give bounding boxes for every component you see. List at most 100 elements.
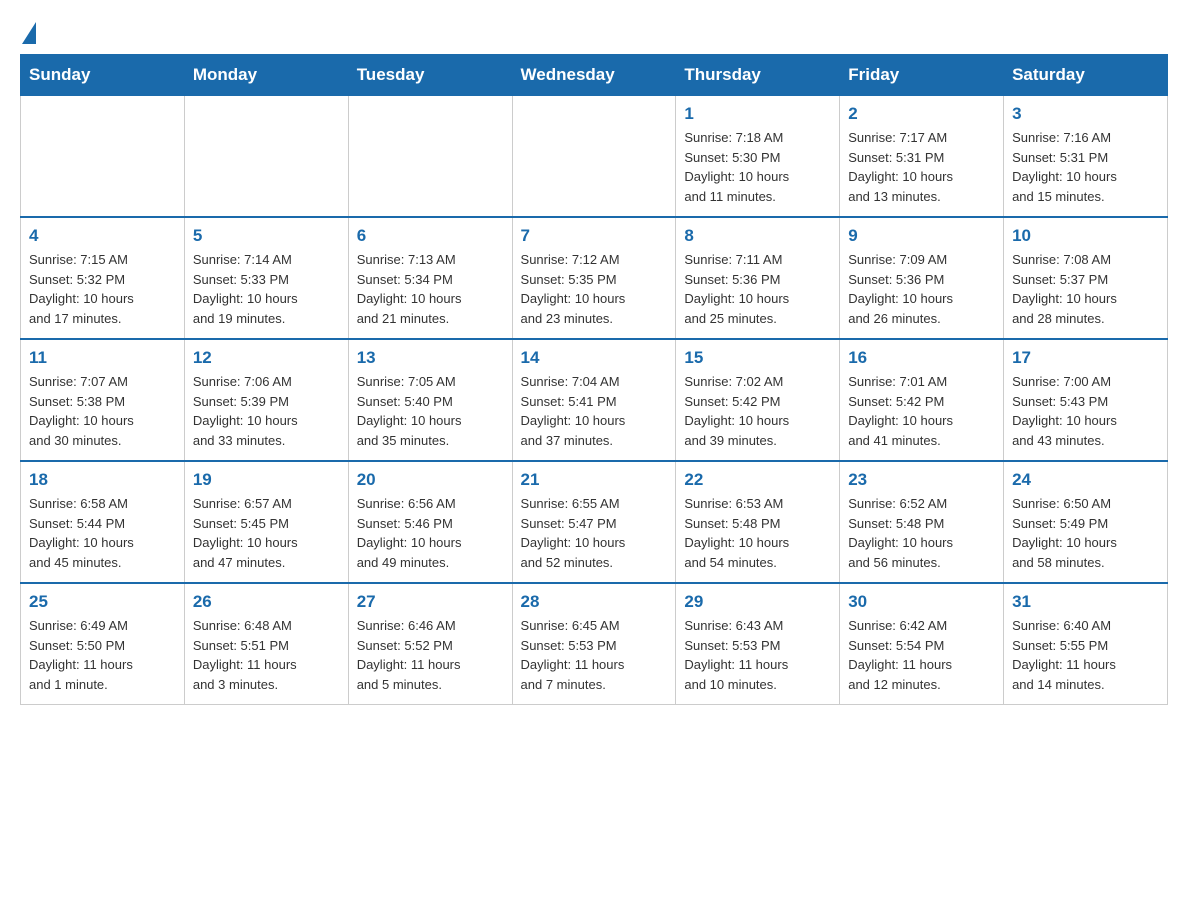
calendar-cell: 24 Sunrise: 6:50 AM Sunset: 5:49 PM Dayli… (1004, 461, 1168, 583)
calendar-cell: 22 Sunrise: 6:53 AM Sunset: 5:48 PM Dayli… (676, 461, 840, 583)
calendar-cell: 17 Sunrise: 7:00 AM Sunset: 5:43 PM Dayli… (1004, 339, 1168, 461)
day-info: Sunrise: 7:15 AM Sunset: 5:32 PM Dayligh… (29, 250, 176, 328)
day-info: Sunrise: 6:48 AM Sunset: 5:51 PM Dayligh… (193, 616, 340, 694)
day-number: 22 (684, 470, 831, 490)
calendar-cell: 26 Sunrise: 6:48 AM Sunset: 5:51 PM Dayli… (184, 583, 348, 705)
day-info: Sunrise: 6:53 AM Sunset: 5:48 PM Dayligh… (684, 494, 831, 572)
calendar-row-3: 18 Sunrise: 6:58 AM Sunset: 5:44 PM Dayli… (21, 461, 1168, 583)
calendar-cell: 11Sunrise: 7:07 AM Sunset: 5:38 PM Dayli… (21, 339, 185, 461)
day-number: 4 (29, 226, 176, 246)
day-number: 15 (684, 348, 831, 368)
day-number: 30 (848, 592, 995, 612)
day-info: Sunrise: 7:11 AM Sunset: 5:36 PM Dayligh… (684, 250, 831, 328)
day-info: Sunrise: 7:12 AM Sunset: 5:35 PM Dayligh… (521, 250, 668, 328)
day-number: 6 (357, 226, 504, 246)
calendar-cell: 1 Sunrise: 7:18 AM Sunset: 5:30 PM Daylig… (676, 96, 840, 218)
calendar-cell: 13 Sunrise: 7:05 AM Sunset: 5:40 PM Dayli… (348, 339, 512, 461)
day-number: 5 (193, 226, 340, 246)
calendar-cell: 10 Sunrise: 7:08 AM Sunset: 5:37 PM Dayli… (1004, 217, 1168, 339)
weekday-header-thursday: Thursday (676, 55, 840, 96)
calendar-cell: 27Sunrise: 6:46 AM Sunset: 5:52 PM Dayli… (348, 583, 512, 705)
day-number: 17 (1012, 348, 1159, 368)
day-info: Sunrise: 7:04 AM Sunset: 5:41 PM Dayligh… (521, 372, 668, 450)
day-number: 10 (1012, 226, 1159, 246)
calendar-cell: 9Sunrise: 7:09 AM Sunset: 5:36 PM Daylig… (840, 217, 1004, 339)
day-info: Sunrise: 7:13 AM Sunset: 5:34 PM Dayligh… (357, 250, 504, 328)
day-info: Sunrise: 6:43 AM Sunset: 5:53 PM Dayligh… (684, 616, 831, 694)
day-info: Sunrise: 7:05 AM Sunset: 5:40 PM Dayligh… (357, 372, 504, 450)
calendar-cell: 21 Sunrise: 6:55 AM Sunset: 5:47 PM Dayli… (512, 461, 676, 583)
calendar-cell: 4 Sunrise: 7:15 AM Sunset: 5:32 PM Daylig… (21, 217, 185, 339)
calendar-cell: 31 Sunrise: 6:40 AM Sunset: 5:55 PM Dayli… (1004, 583, 1168, 705)
calendar-cell: 3Sunrise: 7:16 AM Sunset: 5:31 PM Daylig… (1004, 96, 1168, 218)
day-info: Sunrise: 6:49 AM Sunset: 5:50 PM Dayligh… (29, 616, 176, 694)
day-number: 23 (848, 470, 995, 490)
calendar-cell: 15 Sunrise: 7:02 AM Sunset: 5:42 PM Dayli… (676, 339, 840, 461)
day-number: 26 (193, 592, 340, 612)
calendar-cell: 5 Sunrise: 7:14 AM Sunset: 5:33 PM Daylig… (184, 217, 348, 339)
weekday-header-friday: Friday (840, 55, 1004, 96)
calendar-cell: 29 Sunrise: 6:43 AM Sunset: 5:53 PM Dayli… (676, 583, 840, 705)
weekday-header-row: SundayMondayTuesdayWednesdayThursdayFrid… (21, 55, 1168, 96)
day-number: 12 (193, 348, 340, 368)
day-info: Sunrise: 6:45 AM Sunset: 5:53 PM Dayligh… (521, 616, 668, 694)
calendar-row-2: 11Sunrise: 7:07 AM Sunset: 5:38 PM Dayli… (21, 339, 1168, 461)
day-info: Sunrise: 7:16 AM Sunset: 5:31 PM Dayligh… (1012, 128, 1159, 206)
day-info: Sunrise: 6:50 AM Sunset: 5:49 PM Dayligh… (1012, 494, 1159, 572)
day-info: Sunrise: 7:02 AM Sunset: 5:42 PM Dayligh… (684, 372, 831, 450)
day-info: Sunrise: 6:55 AM Sunset: 5:47 PM Dayligh… (521, 494, 668, 572)
day-number: 31 (1012, 592, 1159, 612)
day-number: 21 (521, 470, 668, 490)
day-number: 9 (848, 226, 995, 246)
calendar-cell: 12Sunrise: 7:06 AM Sunset: 5:39 PM Dayli… (184, 339, 348, 461)
day-number: 7 (521, 226, 668, 246)
calendar-row-1: 4 Sunrise: 7:15 AM Sunset: 5:32 PM Daylig… (21, 217, 1168, 339)
weekday-header-tuesday: Tuesday (348, 55, 512, 96)
calendar-table: SundayMondayTuesdayWednesdayThursdayFrid… (20, 54, 1168, 705)
day-number: 13 (357, 348, 504, 368)
day-info: Sunrise: 7:14 AM Sunset: 5:33 PM Dayligh… (193, 250, 340, 328)
day-info: Sunrise: 7:00 AM Sunset: 5:43 PM Dayligh… (1012, 372, 1159, 450)
page-header (20, 20, 1168, 44)
calendar-row-4: 25Sunrise: 6:49 AM Sunset: 5:50 PM Dayli… (21, 583, 1168, 705)
day-number: 24 (1012, 470, 1159, 490)
day-number: 1 (684, 104, 831, 124)
day-info: Sunrise: 6:58 AM Sunset: 5:44 PM Dayligh… (29, 494, 176, 572)
day-info: Sunrise: 7:17 AM Sunset: 5:31 PM Dayligh… (848, 128, 995, 206)
calendar-cell: 8 Sunrise: 7:11 AM Sunset: 5:36 PM Daylig… (676, 217, 840, 339)
day-info: Sunrise: 6:56 AM Sunset: 5:46 PM Dayligh… (357, 494, 504, 572)
day-number: 11 (29, 348, 176, 368)
day-info: Sunrise: 6:57 AM Sunset: 5:45 PM Dayligh… (193, 494, 340, 572)
weekday-header-monday: Monday (184, 55, 348, 96)
day-number: 18 (29, 470, 176, 490)
day-info: Sunrise: 7:08 AM Sunset: 5:37 PM Dayligh… (1012, 250, 1159, 328)
calendar-row-0: 1 Sunrise: 7:18 AM Sunset: 5:30 PM Daylig… (21, 96, 1168, 218)
calendar-cell: 28 Sunrise: 6:45 AM Sunset: 5:53 PM Dayli… (512, 583, 676, 705)
logo (20, 20, 36, 44)
day-number: 16 (848, 348, 995, 368)
day-number: 20 (357, 470, 504, 490)
day-info: Sunrise: 6:40 AM Sunset: 5:55 PM Dayligh… (1012, 616, 1159, 694)
calendar-cell: 6 Sunrise: 7:13 AM Sunset: 5:34 PM Daylig… (348, 217, 512, 339)
day-number: 28 (521, 592, 668, 612)
day-info: Sunrise: 6:46 AM Sunset: 5:52 PM Dayligh… (357, 616, 504, 694)
day-info: Sunrise: 6:42 AM Sunset: 5:54 PM Dayligh… (848, 616, 995, 694)
calendar-cell: 18 Sunrise: 6:58 AM Sunset: 5:44 PM Dayli… (21, 461, 185, 583)
day-info: Sunrise: 6:52 AM Sunset: 5:48 PM Dayligh… (848, 494, 995, 572)
calendar-cell: 7 Sunrise: 7:12 AM Sunset: 5:35 PM Daylig… (512, 217, 676, 339)
day-info: Sunrise: 7:01 AM Sunset: 5:42 PM Dayligh… (848, 372, 995, 450)
calendar-cell (184, 96, 348, 218)
weekday-header-saturday: Saturday (1004, 55, 1168, 96)
calendar-cell: 20 Sunrise: 6:56 AM Sunset: 5:46 PM Dayli… (348, 461, 512, 583)
day-number: 29 (684, 592, 831, 612)
calendar-cell: 25Sunrise: 6:49 AM Sunset: 5:50 PM Dayli… (21, 583, 185, 705)
weekday-header-sunday: Sunday (21, 55, 185, 96)
day-number: 8 (684, 226, 831, 246)
calendar-cell: 23 Sunrise: 6:52 AM Sunset: 5:48 PM Dayli… (840, 461, 1004, 583)
calendar-cell: 16 Sunrise: 7:01 AM Sunset: 5:42 PM Dayli… (840, 339, 1004, 461)
calendar-cell: 30 Sunrise: 6:42 AM Sunset: 5:54 PM Dayli… (840, 583, 1004, 705)
calendar-cell: 2Sunrise: 7:17 AM Sunset: 5:31 PM Daylig… (840, 96, 1004, 218)
day-number: 14 (521, 348, 668, 368)
day-info: Sunrise: 7:18 AM Sunset: 5:30 PM Dayligh… (684, 128, 831, 206)
calendar-cell: 19Sunrise: 6:57 AM Sunset: 5:45 PM Dayli… (184, 461, 348, 583)
